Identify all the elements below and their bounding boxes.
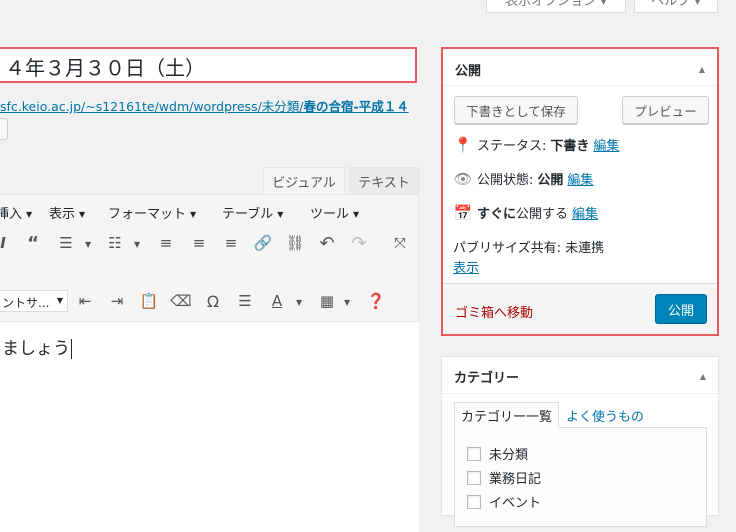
editor: 挿入 ▼ 表示 ▼ フォーマット ▼ テーブル ▼ ツール ▼ I “ ☰ ▼ ☷ ▼ ≡… bbox=[0, 194, 419, 532]
menu-view-label: 表示 bbox=[49, 207, 76, 222]
permalink-prefix: sfc.keio.ac.jp/~s12161te/wdm/wordpress/未… bbox=[0, 99, 304, 114]
publish-box-title: 公開 bbox=[455, 64, 482, 79]
checkbox[interactable] bbox=[467, 494, 481, 509]
post-title-input[interactable]: ４年３月３０日（土） bbox=[0, 47, 417, 83]
italic-icon[interactable]: I bbox=[0, 232, 14, 254]
menu-tools-label: ツール bbox=[310, 207, 350, 222]
editor-content-area[interactable]: ましょう bbox=[0, 321, 419, 532]
menu-table[interactable]: テーブル ▼ bbox=[222, 203, 283, 222]
visibility-edit-link[interactable]: 編集 bbox=[567, 169, 593, 188]
link-icon[interactable]: 🔗 bbox=[252, 232, 274, 254]
status-value: 下書き bbox=[550, 139, 590, 154]
bullet-list-icon[interactable]: ☰ bbox=[55, 232, 77, 254]
align-right-icon[interactable]: ≡ bbox=[220, 232, 242, 254]
list-item[interactable]: イベント bbox=[467, 492, 541, 511]
undo-icon[interactable]: ↶ bbox=[316, 232, 338, 254]
chevron-up-icon[interactable]: ▲ bbox=[700, 372, 706, 381]
horizontal-rule-icon[interactable]: ☰ bbox=[234, 290, 256, 312]
table-icon[interactable]: ▦ bbox=[316, 290, 338, 312]
category-box-title: カテゴリー bbox=[454, 371, 520, 386]
menu-format-label: フォーマット bbox=[108, 207, 187, 222]
tab-text[interactable]: テキスト bbox=[349, 167, 419, 195]
preview-button[interactable]: プレビュー bbox=[622, 96, 709, 124]
eye-icon: 👁 bbox=[453, 169, 473, 188]
unlink-icon[interactable]: ⛓ bbox=[284, 232, 306, 254]
category-label: 業務日記 bbox=[489, 472, 542, 487]
font-family-value: ントサ... bbox=[2, 296, 50, 310]
schedule-strong: すぐに bbox=[477, 207, 517, 222]
menu-insert[interactable]: 挿入 ▼ bbox=[0, 203, 32, 222]
menu-table-label: テーブル bbox=[222, 207, 274, 222]
checkbox[interactable] bbox=[467, 470, 481, 485]
menu-tools[interactable]: ツール ▼ bbox=[310, 203, 359, 222]
schedule-row: 📅 すぐに 公開する 編集 bbox=[453, 203, 598, 223]
permalink-link[interactable]: sfc.keio.ac.jp/~s12161te/wdm/wordpress/未… bbox=[0, 99, 409, 114]
chevron-up-icon[interactable]: ▲ bbox=[699, 65, 705, 74]
fullscreen-icon[interactable]: ⤧ bbox=[389, 232, 411, 254]
save-draft-button[interactable]: 下書きとして保存 bbox=[454, 96, 578, 124]
blockquote-icon[interactable]: “ bbox=[22, 232, 44, 254]
editor-content-text: ましょう bbox=[2, 334, 72, 359]
menu-insert-label: 挿入 bbox=[0, 207, 23, 222]
status-row: 📍 ステータス: 下書き 編集 bbox=[453, 135, 620, 155]
pin-icon: 📍 bbox=[453, 135, 473, 154]
category-box: カテゴリー ▲ カテゴリー一覧 よく使うもの 未分類 業務日記 イベント bbox=[441, 356, 719, 527]
divider bbox=[442, 393, 718, 394]
menu-format[interactable]: フォーマット ▼ bbox=[108, 203, 196, 222]
text-color-icon[interactable]: A bbox=[266, 290, 288, 312]
publish-box: 公開 ▲ 下書きとして保存 プレビュー 📍 ステータス: 下書き 編集 👁 公開… bbox=[441, 47, 719, 336]
category-list: 未分類 業務日記 イベント bbox=[454, 427, 707, 527]
permalink-edit-button[interactable] bbox=[0, 118, 8, 140]
trash-link[interactable]: ゴミ箱へ移動 bbox=[455, 302, 533, 321]
tab-popular-categories[interactable]: よく使うもの bbox=[560, 402, 650, 428]
schedule-text: 公開する bbox=[516, 207, 569, 222]
calendar-icon: 📅 bbox=[453, 203, 473, 222]
list-item[interactable]: 未分類 bbox=[467, 444, 528, 463]
menu-view[interactable]: 表示 ▼ bbox=[49, 203, 85, 222]
status-label: ステータス: bbox=[477, 139, 547, 154]
numbered-list-icon[interactable]: ☷ bbox=[104, 232, 126, 254]
category-label: 未分類 bbox=[489, 448, 529, 463]
text-cursor bbox=[71, 339, 72, 359]
publicize-show-link[interactable]: 表示 bbox=[453, 257, 479, 276]
screen-options-button[interactable]: 表示オプション ▾ bbox=[486, 0, 626, 13]
publicize-row: パブリサイズ共有: 未連携 bbox=[453, 237, 604, 256]
outdent-icon[interactable]: ⇤ bbox=[74, 290, 96, 312]
permalink: sfc.keio.ac.jp/~s12161te/wdm/wordpress/未… bbox=[0, 96, 409, 115]
indent-icon[interactable]: ⇥ bbox=[106, 290, 128, 312]
help-button[interactable]: ヘルプ ▾ bbox=[634, 0, 718, 13]
special-char-icon[interactable]: Ω bbox=[202, 290, 224, 312]
visibility-value: 公開 bbox=[537, 173, 564, 188]
publish-actions: ゴミ箱へ移動 公開 bbox=[443, 283, 717, 334]
tab-visual[interactable]: ビジュアル bbox=[263, 167, 345, 195]
help-icon[interactable]: ❓ bbox=[365, 290, 387, 312]
editor-content-value: ましょう bbox=[2, 339, 70, 359]
permalink-slug: 春の合宿-平成１４ bbox=[303, 99, 409, 114]
align-left-icon[interactable]: ≡ bbox=[155, 232, 177, 254]
redo-icon[interactable]: ↷ bbox=[348, 232, 370, 254]
list-item[interactable]: 業務日記 bbox=[467, 468, 541, 487]
schedule-edit-link[interactable]: 編集 bbox=[572, 203, 598, 222]
divider bbox=[443, 85, 717, 86]
publish-button[interactable]: 公開 bbox=[655, 294, 707, 324]
align-center-icon[interactable]: ≡ bbox=[188, 232, 210, 254]
visibility-row: 👁 公開状態: 公開 編集 bbox=[453, 169, 593, 189]
tab-all-categories[interactable]: カテゴリー一覧 bbox=[454, 402, 560, 428]
clear-format-icon[interactable]: ⌫ bbox=[170, 290, 192, 312]
publicize-label: パブリサイズ共有: 未連携 bbox=[453, 241, 605, 256]
font-family-select[interactable]: ントサ... ▼ bbox=[0, 290, 68, 312]
status-edit-link[interactable]: 編集 bbox=[593, 135, 619, 154]
paste-text-icon[interactable]: 📋 bbox=[138, 290, 160, 312]
visibility-label: 公開状態: bbox=[477, 173, 534, 188]
checkbox[interactable] bbox=[467, 446, 481, 461]
category-label: イベント bbox=[489, 496, 542, 511]
